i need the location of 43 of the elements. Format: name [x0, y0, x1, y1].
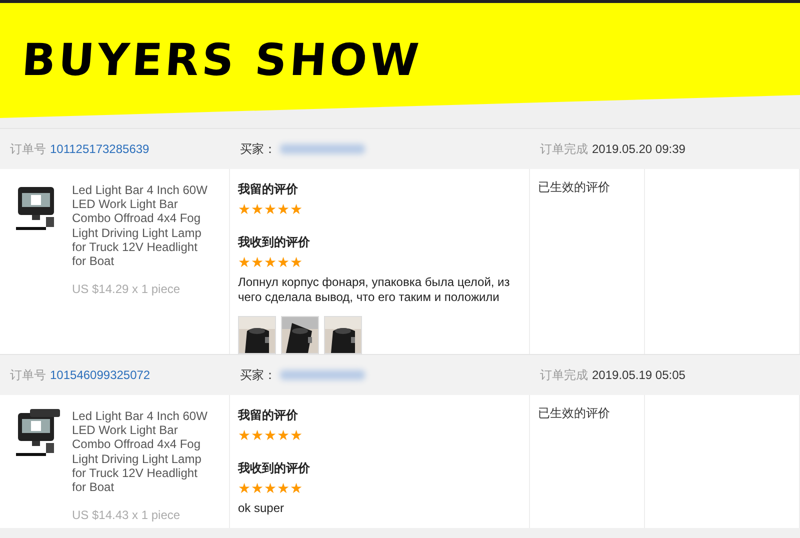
star-icon: ★ [277, 428, 290, 442]
star-icon: ★ [251, 428, 264, 442]
product-title: Led Light Bar 4 Inch 60W LED Work Light Bar Combo Offroad 4x4 Fog Light Driving Light Lamp for Truck 12V Headlight for Boat [72, 409, 208, 494]
completed-time: 2019.05.19 05:05 [592, 368, 686, 382]
buyer-label: 买家： [240, 140, 276, 158]
star-icon: ★ [277, 255, 290, 269]
buyer-label: 买家： [240, 366, 276, 384]
star-icon: ★ [264, 255, 277, 269]
completed-label: 订单完成 [540, 366, 588, 384]
star-icon: ★ [290, 481, 303, 495]
review-status: 已生效的评价 [538, 406, 610, 420]
review-comment: ok super [238, 501, 286, 516]
completed-time: 2019.05.20 09:39 [592, 142, 686, 156]
review-heading: 我留的评价 [238, 407, 299, 424]
star-icon: ★ [251, 202, 264, 216]
star-icon: ★ [290, 255, 303, 269]
review-comment: Лопнул корпус фонаря, упаковка была целой, из чего сделала вывод, что его таким и положили [238, 275, 511, 304]
star-icon: ★ [238, 481, 251, 495]
product-price: US $14.29 x 1 piece [72, 282, 182, 296]
review-status: 已生效的评价 [538, 180, 610, 194]
order-number-link[interactable]: 101546099325072 [50, 368, 150, 382]
order-label: 订单号 [10, 366, 46, 384]
completed-label: 订单完成 [540, 140, 588, 158]
star-icon: ★ [251, 481, 264, 495]
star-icon: ★ [251, 255, 264, 269]
star-icon: ★ [277, 202, 290, 216]
review-heading: 我收到的评价 [238, 234, 311, 251]
order-number-link[interactable]: 101125173285639 [50, 142, 150, 156]
star-icon: ★ [264, 428, 277, 442]
star-icon: ★ [264, 202, 277, 216]
star-icon: ★ [264, 481, 277, 495]
order-label: 订单号 [10, 140, 46, 158]
star-icon: ★ [238, 428, 251, 442]
banner-title: BUYERS SHOW [20, 35, 424, 86]
review-heading: 我留的评价 [238, 181, 299, 198]
product-title: Led Light Bar 4 Inch 60W LED Work Light Bar Combo Offroad 4x4 Fog Light Driving Light Lamp for Truck 12V Headlight for Boat [72, 183, 208, 268]
review-heading: 我收到的评价 [238, 460, 311, 477]
star-icon: ★ [290, 202, 303, 216]
star-icon: ★ [238, 255, 251, 269]
star-icon: ★ [238, 202, 251, 216]
star-icon: ★ [277, 481, 290, 495]
star-icon: ★ [290, 428, 303, 442]
product-price: US $14.43 x 1 piece [72, 508, 182, 522]
